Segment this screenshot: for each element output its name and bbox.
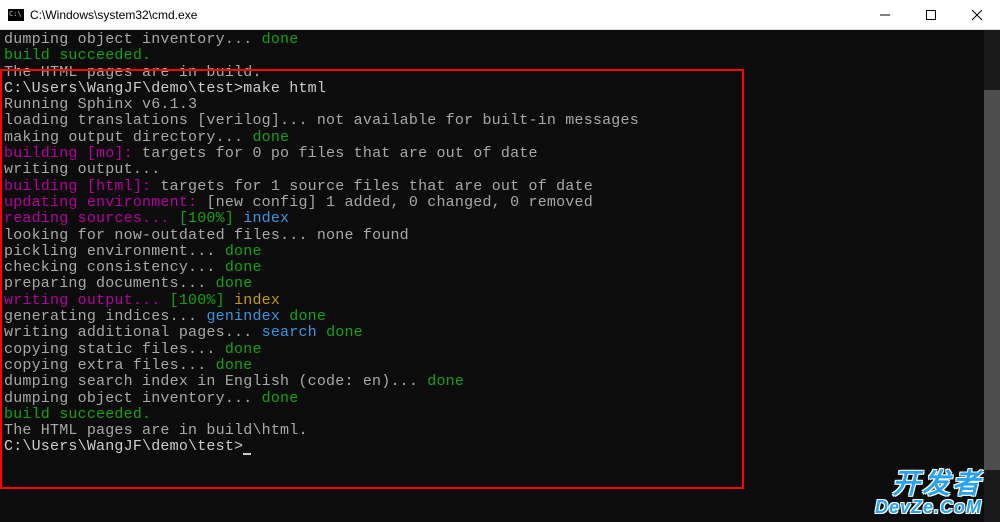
terminal-area[interactable]: dumping object inventory... done build s… [0,30,1000,522]
output-line: dumping object inventory... done [4,391,1000,407]
close-icon [972,10,982,20]
output-line: pickling environment... done [4,244,1000,260]
cursor [243,453,251,455]
minimize-icon [880,10,890,20]
output-line: building [html]: targets for 1 source fi… [4,179,1000,195]
maximize-icon [926,10,936,20]
output-line: making output directory... done [4,130,1000,146]
window-controls [862,0,1000,29]
maximize-button[interactable] [908,0,954,30]
output-line: writing additional pages... search done [4,325,1000,341]
scrollbar-thumb[interactable] [984,90,1000,470]
prompt-line: C:\Users\WangJF\demo\test> [4,439,1000,455]
output-line: generating indices... genindex done [4,309,1000,325]
output-line: writing output... [4,162,1000,178]
output-line: C:\Users\WangJF\demo\test>make html [4,81,1000,97]
output-line: Running Sphinx v6.1.3 [4,97,1000,113]
output-line: reading sources... [100%] index [4,211,1000,227]
output-line: writing output... [100%] index [4,293,1000,309]
output-line: copying static files... done [4,342,1000,358]
output-line: looking for now-outdated files... none f… [4,228,1000,244]
close-button[interactable] [954,0,1000,30]
window-titlebar: C:\Windows\system32\cmd.exe [0,0,1000,30]
output-line: build succeeded. [4,48,1000,64]
output-line: copying extra files... done [4,358,1000,374]
output-line: updating environment: [new config] 1 add… [4,195,1000,211]
output-line: checking consistency... done [4,260,1000,276]
scrollbar[interactable] [984,30,1000,522]
output-line: dumping object inventory... done [4,32,1000,48]
output-line: loading translations [verilog]... not av… [4,113,1000,129]
cmd-icon [8,9,24,21]
minimize-button[interactable] [862,0,908,30]
output-line: dumping search index in English (code: e… [4,374,1000,390]
output-line: The HTML pages are in build. [4,65,1000,81]
window-title: C:\Windows\system32\cmd.exe [30,8,862,22]
prompt-text: C:\Users\WangJF\demo\test> [4,438,243,455]
output-line: build succeeded. [4,407,1000,423]
output-line: preparing documents... done [4,276,1000,292]
output-line: The HTML pages are in build\html. [4,423,1000,439]
output-line: building [mo]: targets for 0 po files th… [4,146,1000,162]
